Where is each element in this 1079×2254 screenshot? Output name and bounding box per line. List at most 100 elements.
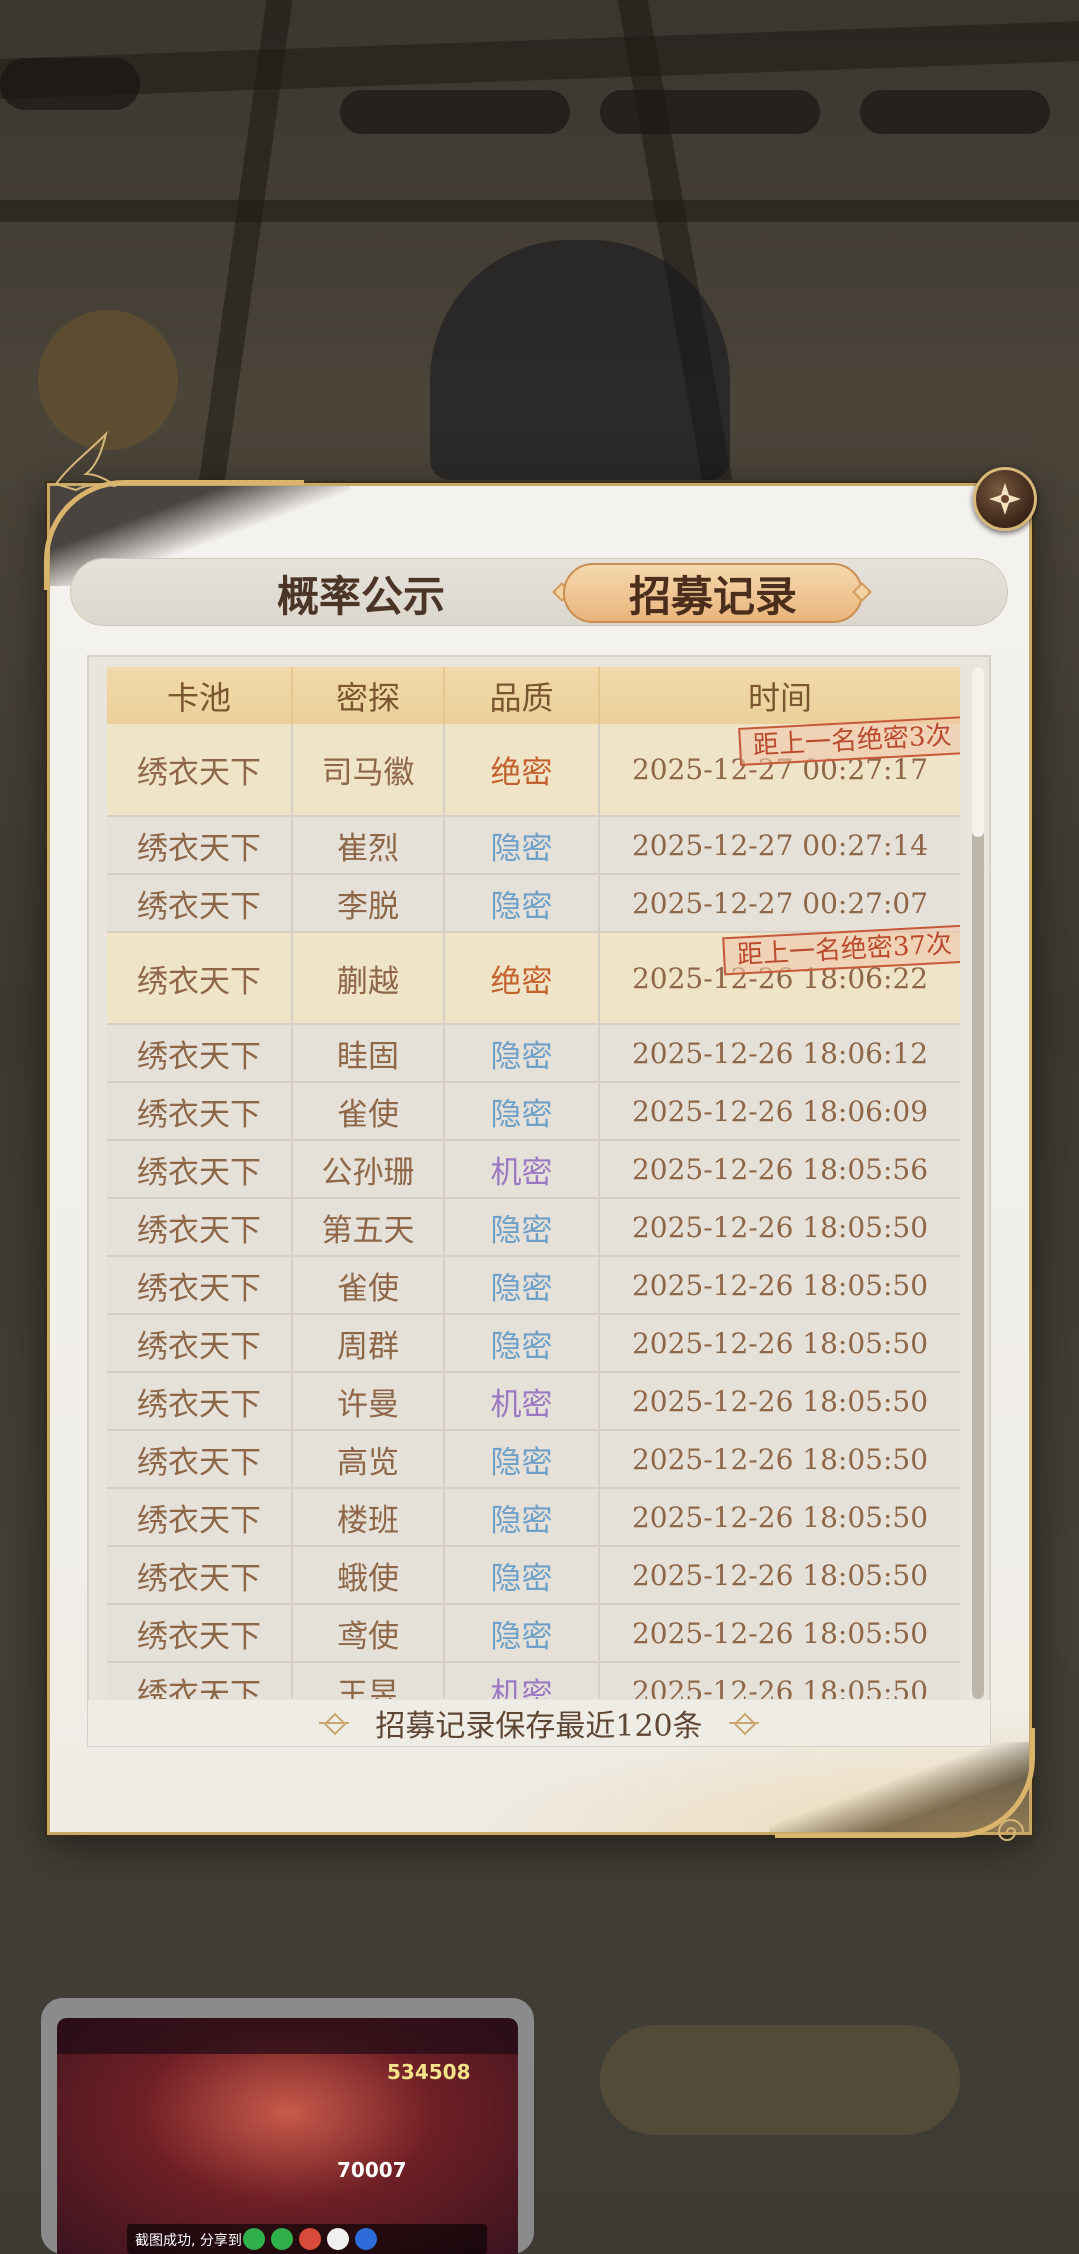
time-cell-text: 2025-12-26 18:05:50 xyxy=(631,1674,929,1700)
agent-cell: 崔烈 xyxy=(292,816,445,875)
time-cell: 2025-12-26 18:06:22 距上一名绝密37次 xyxy=(599,924,960,1025)
quality-cell: 机密 xyxy=(444,1372,600,1431)
tab-bar: 概率公示 招募记录 xyxy=(70,558,1008,626)
quality-cell-text: 隐密 xyxy=(490,888,553,925)
pool-cell: 绣衣天下 xyxy=(107,816,293,875)
time-cell: 2025-12-26 18:05:50 xyxy=(599,1662,960,1699)
table-row: 绣衣天下 雀使 隐密 2025-12-26 18:06:09 xyxy=(107,1082,960,1141)
time-cell-text: 2025-12-26 18:05:56 xyxy=(631,1152,929,1186)
screenshot-thumbnail[interactable]: 534508 70007 截图成功, 分享到 xyxy=(41,1998,534,2254)
time-cell-text: 2025-12-26 18:05:50 xyxy=(631,1268,929,1302)
pool-cell-text: 绣衣天下 xyxy=(137,1676,261,1700)
quality-cell: 隐密 xyxy=(444,816,600,875)
agent-cell-text: 鸢使 xyxy=(337,1618,399,1655)
pool-cell: 绣衣天下 xyxy=(107,1546,293,1605)
close-button[interactable] xyxy=(973,467,1037,531)
pool-cell-text: 绣衣天下 xyxy=(137,1096,261,1133)
pool-cell-text: 绣衣天下 xyxy=(137,1502,261,1539)
time-cell: 2025-12-26 18:05:50 xyxy=(599,1604,960,1663)
quality-cell: 机密 xyxy=(444,1662,600,1699)
pool-cell: 绣衣天下 xyxy=(107,1662,293,1700)
scrollbar-thumb[interactable] xyxy=(972,667,984,837)
pool-cell: 绣衣天下 xyxy=(107,1024,293,1083)
agent-cell-text: 李脱 xyxy=(337,888,399,925)
pool-cell: 绣衣天下 xyxy=(107,932,293,1025)
time-cell: 2025-12-26 18:05:50 xyxy=(599,1198,960,1257)
pool-cell-text: 绣衣天下 xyxy=(137,1038,261,1075)
record-limit-note: 招募记录保存最近120条 xyxy=(88,1700,990,1746)
agent-cell-text: 王昱 xyxy=(337,1676,399,1700)
quality-cell: 隐密 xyxy=(444,1488,600,1547)
pool-cell-text: 绣衣天下 xyxy=(137,1444,261,1481)
quality-cell: 隐密 xyxy=(444,1546,600,1605)
table-row: 绣衣天下 许曼 机密 2025-12-26 18:05:50 xyxy=(107,1372,960,1431)
time-cell-text: 2025-12-26 18:05:50 xyxy=(631,1616,929,1650)
time-cell: 2025-12-27 00:27:07 xyxy=(599,874,960,933)
agent-cell-text: 高览 xyxy=(337,1444,399,1481)
time-cell: 2025-12-26 18:05:56 xyxy=(599,1140,960,1199)
thumbnail-damage: 70007 xyxy=(337,2158,407,2182)
table-row: 绣衣天下 周群 隐密 2025-12-26 18:05:50 xyxy=(107,1314,960,1373)
quality-cell: 隐密 xyxy=(444,1430,600,1489)
agent-cell: 楼班 xyxy=(292,1488,445,1547)
agent-cell-text: 崔烈 xyxy=(337,830,399,867)
scrollbar[interactable] xyxy=(972,667,984,1699)
pool-cell-text: 绣衣天下 xyxy=(137,755,261,791)
time-cell: 2025-12-27 00:27:14 xyxy=(599,816,960,875)
agent-cell-text: 周群 xyxy=(337,1328,399,1365)
quality-cell-text: 隐密 xyxy=(490,1444,553,1481)
agent-cell-text: 许曼 xyxy=(337,1386,399,1423)
table-row: 绣衣天下 司马徽 绝密 2025-12-27 00:27:17 距上一名绝密3次 xyxy=(107,716,960,817)
thumbnail-damage: 534508 xyxy=(387,2060,471,2084)
time-cell-text: 2025-12-26 18:06:12 xyxy=(631,1036,929,1070)
pool-cell: 绣衣天下 xyxy=(107,1430,293,1489)
header-time: 时间 xyxy=(599,667,960,724)
agent-cell: 周群 xyxy=(292,1314,445,1373)
agent-cell: 公孙珊 xyxy=(292,1140,445,1199)
quality-cell-text: 绝密 xyxy=(490,755,553,791)
table-row: 绣衣天下 蛾使 隐密 2025-12-26 18:05:50 xyxy=(107,1546,960,1605)
table-row: 绣衣天下 公孙珊 机密 2025-12-26 18:05:56 xyxy=(107,1140,960,1199)
agent-cell: 雀使 xyxy=(292,1082,445,1141)
quality-cell-text: 隐密 xyxy=(490,1096,553,1133)
quality-cell: 隐密 xyxy=(444,874,600,933)
quality-cell: 绝密 xyxy=(444,724,600,817)
pool-cell-text: 绣衣天下 xyxy=(137,1560,261,1597)
agent-cell: 蛾使 xyxy=(292,1546,445,1605)
record-table: 卡池 密探 品质 时间 绣衣天下 司马徽 绝密 2025-12-27 00:27:17… xyxy=(107,667,960,1699)
pool-cell: 绣衣天下 xyxy=(107,1082,293,1141)
table-row: 绣衣天下 眭固 隐密 2025-12-26 18:06:12 xyxy=(107,1024,960,1083)
time-cell-text: 2025-12-26 18:06:09 xyxy=(631,1094,929,1128)
tab-probability[interactable]: 概率公示 xyxy=(211,559,511,627)
time-cell: 2025-12-26 18:05:50 xyxy=(599,1372,960,1431)
pool-cell: 绣衣天下 xyxy=(107,1256,293,1315)
quality-cell: 绝密 xyxy=(444,932,600,1025)
table-row: 绣衣天下 楼班 隐密 2025-12-26 18:05:50 xyxy=(107,1488,960,1547)
agent-cell-text: 蒯越 xyxy=(337,963,399,1000)
header-agent: 密探 xyxy=(292,667,445,724)
pool-cell-text: 绣衣天下 xyxy=(137,1270,261,1307)
quality-cell: 隐密 xyxy=(444,1256,600,1315)
pool-cell-text: 绣衣天下 xyxy=(137,830,261,867)
time-cell-text: 2025-12-27 00:27:07 xyxy=(631,886,929,920)
quality-cell: 隐密 xyxy=(444,1314,600,1373)
pool-cell: 绣衣天下 xyxy=(107,1198,293,1257)
pool-cell: 绣衣天下 xyxy=(107,1314,293,1373)
pool-cell-text: 绣衣天下 xyxy=(137,888,261,925)
time-cell-text: 2025-12-26 18:05:50 xyxy=(631,1500,929,1534)
time-cell: 2025-12-26 18:05:50 xyxy=(599,1430,960,1489)
table-row: 绣衣天下 第五天 隐密 2025-12-26 18:05:50 xyxy=(107,1198,960,1257)
record-table-scroll[interactable]: 卡池 密探 品质 时间 绣衣天下 司马徽 绝密 2025-12-27 00:27:17… xyxy=(107,667,960,1699)
quality-cell-text: 隐密 xyxy=(490,830,553,867)
quality-cell: 机密 xyxy=(444,1140,600,1199)
agent-cell-text: 司马徽 xyxy=(321,755,415,791)
tab-recruit-record[interactable]: 招募记录 xyxy=(563,563,863,623)
pool-cell: 绣衣天下 xyxy=(107,724,293,817)
agent-cell: 许曼 xyxy=(292,1372,445,1431)
thumbnail-topbar xyxy=(57,2018,518,2054)
agent-cell-text: 雀使 xyxy=(337,1270,399,1307)
agent-cell-text: 雀使 xyxy=(337,1096,399,1133)
quality-cell: 隐密 xyxy=(444,1198,600,1257)
header-pool: 卡池 xyxy=(107,667,293,724)
table-row: 绣衣天下 蒯越 绝密 2025-12-26 18:06:22 距上一名绝密37次 xyxy=(107,924,960,1025)
